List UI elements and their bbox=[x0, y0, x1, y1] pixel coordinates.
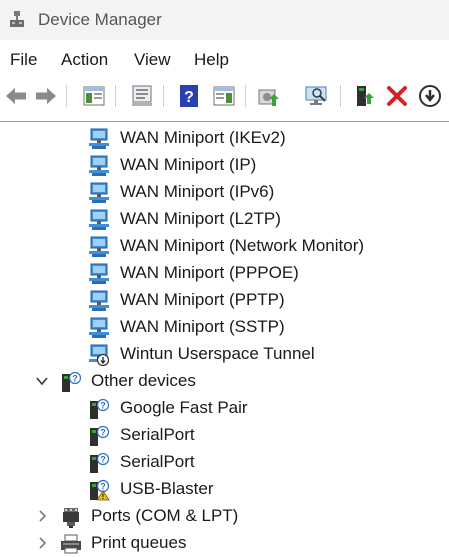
tree-item-usb-blaster[interactable]: ? USB-Blaster bbox=[0, 476, 449, 503]
network-adapter-icon bbox=[89, 236, 109, 257]
device-tree: WAN Miniport (IKEv2) WAN Miniport (IP) W… bbox=[0, 122, 449, 556]
tree-item-wan-pptp[interactable]: WAN Miniport (PPTP) bbox=[0, 287, 449, 314]
tree-item-label: WAN Miniport (PPTP) bbox=[120, 290, 285, 309]
tree-item-google-fast-pair[interactable]: ? Google Fast Pair bbox=[0, 395, 449, 422]
menu-file[interactable]: File bbox=[10, 50, 37, 70]
toolbar-separator bbox=[245, 85, 246, 107]
tree-category-label: Other devices bbox=[91, 371, 196, 390]
tree-item-label: USB-Blaster bbox=[120, 479, 214, 498]
tree-item-wan-ikev2[interactable]: WAN Miniport (IKEv2) bbox=[0, 125, 449, 152]
tree-item-wan-pppoe[interactable]: WAN Miniport (PPPOE) bbox=[0, 260, 449, 287]
printer-icon bbox=[61, 534, 81, 554]
unknown-device-icon: ? bbox=[90, 452, 110, 473]
console-tree-icon[interactable] bbox=[82, 84, 106, 108]
title-bar: Device Manager bbox=[0, 0, 449, 40]
tree-item-wintun[interactable]: Wintun Userspace Tunnel bbox=[0, 341, 449, 368]
tree-item-wan-network-monitor[interactable]: WAN Miniport (Network Monitor) bbox=[0, 233, 449, 260]
uninstall-x-icon[interactable] bbox=[385, 84, 409, 108]
unknown-device-icon: ? bbox=[90, 425, 110, 446]
svg-text:?: ? bbox=[184, 89, 194, 106]
tree-item-wan-ipv6[interactable]: WAN Miniport (IPv6) bbox=[0, 179, 449, 206]
tree-item-label: WAN Miniport (IPv6) bbox=[120, 182, 275, 201]
tree-item-label: WAN Miniport (IKEv2) bbox=[120, 128, 286, 147]
update-driver-icon[interactable] bbox=[256, 84, 280, 108]
tree-category-label: Ports (COM & LPT) bbox=[91, 506, 239, 525]
tree-item-label: WAN Miniport (PPPOE) bbox=[120, 263, 299, 282]
network-adapter-icon bbox=[89, 155, 109, 176]
toolbar-separator bbox=[163, 85, 164, 107]
toolbar: ? bbox=[0, 76, 449, 116]
svg-text:?: ? bbox=[100, 482, 106, 492]
unknown-device-icon: ? bbox=[62, 371, 82, 392]
menu-help[interactable]: Help bbox=[194, 50, 229, 70]
tree-item-label: Wintun Userspace Tunnel bbox=[120, 344, 315, 363]
network-adapter-icon bbox=[89, 182, 109, 203]
svg-text:?: ? bbox=[72, 374, 78, 384]
port-connector-icon bbox=[63, 508, 79, 528]
forward-arrow-icon[interactable] bbox=[34, 84, 58, 108]
chevron-down-icon[interactable] bbox=[36, 374, 48, 388]
tree-item-serialport[interactable]: ? SerialPort bbox=[0, 422, 449, 449]
menu-bar: File Action View Help bbox=[0, 44, 449, 74]
tree-item-serialport[interactable]: ? SerialPort bbox=[0, 449, 449, 476]
network-adapter-icon bbox=[89, 263, 109, 284]
chevron-right-icon[interactable] bbox=[36, 536, 48, 550]
tree-category-other-devices[interactable]: ? Other devices bbox=[0, 368, 449, 395]
properties-icon[interactable] bbox=[130, 84, 154, 108]
svg-text:?: ? bbox=[100, 428, 106, 438]
toolbar-separator bbox=[340, 85, 341, 107]
tree-item-wan-sstp[interactable]: WAN Miniport (SSTP) bbox=[0, 314, 449, 341]
enable-device-icon[interactable] bbox=[353, 84, 377, 108]
menu-view[interactable]: View bbox=[134, 50, 171, 70]
warning-device-icon: ? bbox=[90, 479, 110, 501]
svg-text:?: ? bbox=[100, 455, 106, 465]
network-adapter-icon bbox=[89, 290, 109, 311]
tree-item-label: WAN Miniport (SSTP) bbox=[120, 317, 285, 336]
toolbar-separator bbox=[66, 85, 67, 107]
unknown-device-icon: ? bbox=[90, 398, 110, 419]
tree-category-print-queues[interactable]: Print queues bbox=[0, 530, 449, 557]
tree-item-wan-l2tp[interactable]: WAN Miniport (L2TP) bbox=[0, 206, 449, 233]
back-arrow-icon[interactable] bbox=[4, 84, 28, 108]
tree-category-label: Print queues bbox=[91, 533, 187, 552]
action-pane-icon[interactable] bbox=[212, 84, 236, 108]
svg-text:?: ? bbox=[100, 401, 106, 411]
network-adapter-icon bbox=[89, 128, 109, 149]
tree-item-label: SerialPort bbox=[120, 425, 195, 444]
network-adapter-icon bbox=[89, 209, 109, 230]
tree-item-label: SerialPort bbox=[120, 452, 195, 471]
scan-hardware-icon[interactable] bbox=[304, 84, 328, 108]
tree-item-label: WAN Miniport (L2TP) bbox=[120, 209, 281, 228]
tree-item-label: WAN Miniport (IP) bbox=[120, 155, 257, 174]
device-manager-icon bbox=[10, 11, 24, 27]
disabled-network-adapter-icon bbox=[89, 344, 110, 366]
tree-item-label: WAN Miniport (Network Monitor) bbox=[120, 236, 365, 255]
menu-action[interactable]: Action bbox=[61, 50, 108, 70]
help-icon[interactable]: ? bbox=[177, 84, 201, 108]
disable-device-icon[interactable] bbox=[418, 84, 442, 108]
window-title: Device Manager bbox=[38, 10, 162, 29]
tree-item-label: Google Fast Pair bbox=[120, 398, 248, 417]
network-adapter-icon bbox=[89, 317, 109, 338]
tree-item-wan-ip[interactable]: WAN Miniport (IP) bbox=[0, 152, 449, 179]
chevron-right-icon[interactable] bbox=[36, 509, 48, 523]
tree-category-ports[interactable]: Ports (COM & LPT) bbox=[0, 503, 449, 530]
toolbar-separator bbox=[115, 85, 116, 107]
